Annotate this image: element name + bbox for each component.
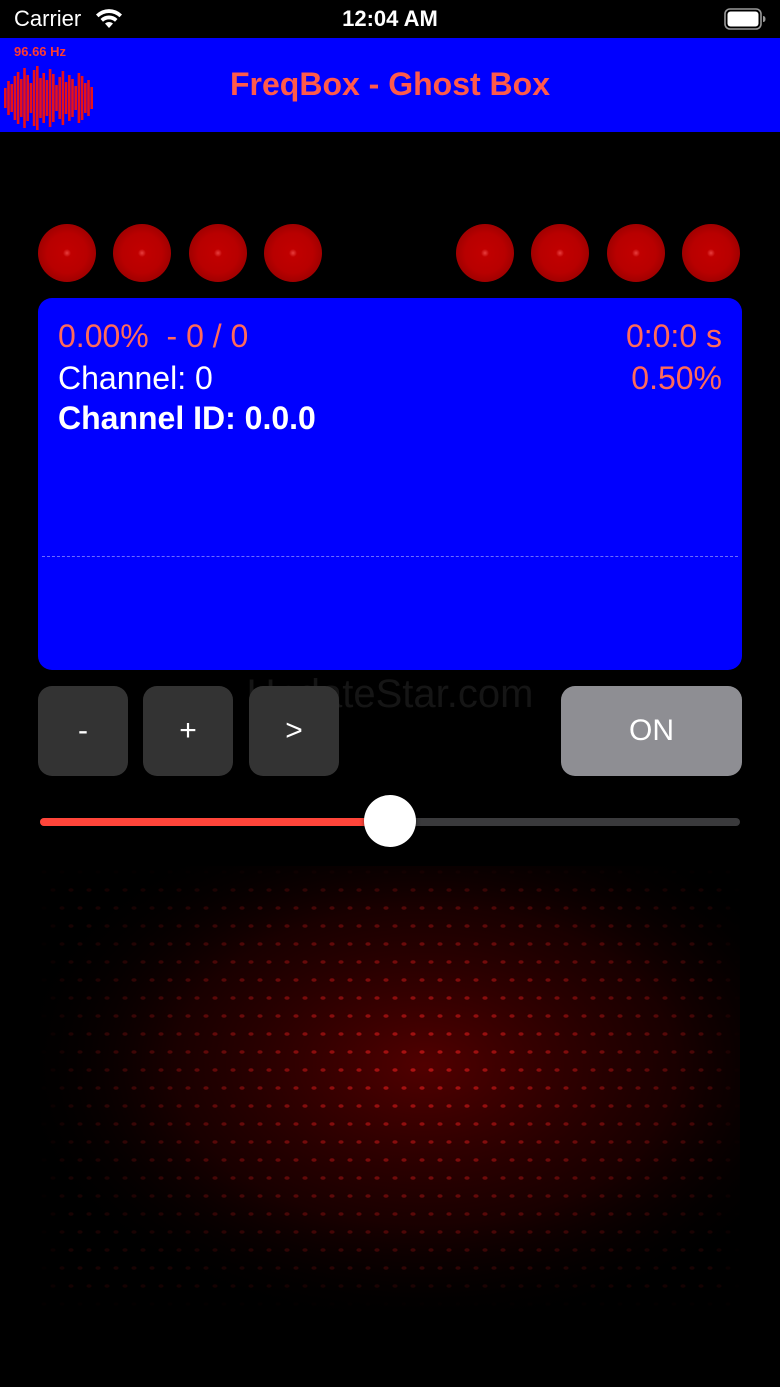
indicator-light-8 bbox=[682, 224, 740, 282]
channel-id-readout: Channel ID: 0.0.0 bbox=[58, 400, 316, 436]
indicator-light-7 bbox=[607, 224, 665, 282]
channel-readout: Channel: 0 bbox=[58, 360, 213, 396]
indicator-light-1 bbox=[38, 224, 96, 282]
slider-thumb[interactable] bbox=[364, 795, 416, 847]
indicator-light-2 bbox=[113, 224, 171, 282]
status-time: 12:04 AM bbox=[342, 6, 438, 31]
status-bar: Carrier 12:04 AM bbox=[0, 0, 780, 38]
rate-readout: 0.50% bbox=[631, 360, 722, 396]
minus-button[interactable]: - bbox=[38, 686, 128, 776]
logo-frequency-label: 96.66 Hz bbox=[14, 44, 67, 59]
speaker-grille-image bbox=[40, 866, 740, 1310]
elapsed-time-readout: 0:0:0 s bbox=[625, 318, 722, 354]
power-toggle-button[interactable]: ON bbox=[561, 686, 742, 776]
slider-fill bbox=[40, 818, 370, 826]
indicator-light-6 bbox=[531, 224, 589, 282]
indicator-light-5 bbox=[456, 224, 514, 282]
next-button[interactable]: > bbox=[249, 686, 339, 776]
app-screen: Carrier 12:04 AM 96.66 Hz FreqBox - Ghos… bbox=[0, 0, 780, 1387]
plus-button[interactable]: + bbox=[143, 686, 233, 776]
progress-readout: 0.00% - 0 / 0 bbox=[58, 318, 249, 354]
baseline-divider bbox=[42, 556, 738, 557]
battery-icon bbox=[724, 8, 766, 30]
info-display-panel: 0.00% - 0 / 0 0:0:0 s Channel: 0 0.50% C… bbox=[38, 298, 742, 670]
app-title: FreqBox - Ghost Box bbox=[229, 66, 550, 102]
indicator-light-4 bbox=[264, 224, 322, 282]
app-header: 96.66 Hz FreqBox - Ghost Box bbox=[0, 38, 780, 132]
indicator-light-3 bbox=[189, 224, 247, 282]
